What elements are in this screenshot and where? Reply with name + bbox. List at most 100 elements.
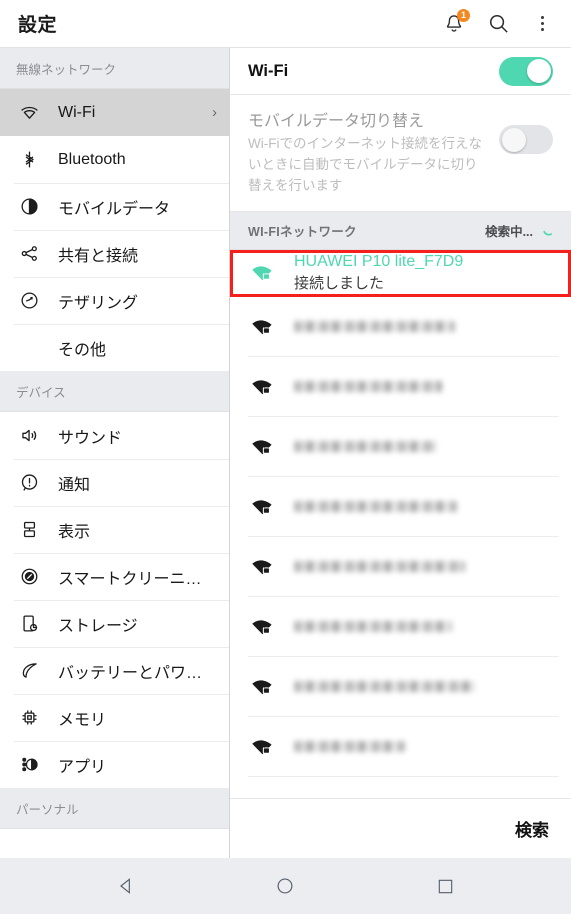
sidebar-item-apps[interactable]: アプリ xyxy=(0,741,229,788)
wifi-lock-icon xyxy=(248,497,276,517)
wifi-search-button[interactable]: 検索 xyxy=(515,816,549,841)
sidebar-item-label: その他 xyxy=(58,341,107,359)
wifi-header: Wi-Fi xyxy=(230,48,571,95)
wifi-lock-icon xyxy=(248,557,276,577)
home-circle-icon xyxy=(277,878,293,894)
sidebar-item-label: 通知 xyxy=(58,476,91,494)
storage-icon xyxy=(16,611,42,637)
sidebar-item-label: テザリング xyxy=(58,294,139,312)
sidebar-item-label: メモリ xyxy=(58,711,107,729)
sidebar-item-label: 共有と接続 xyxy=(58,247,139,265)
sidebar-item-label: モバイルデータ xyxy=(58,200,171,218)
settings-screen: 設定 1 無線ネットワーク Wi-Fi › Bluetooth モバイルデータ … xyxy=(0,0,571,914)
sidebar-item-label: ストレージ xyxy=(58,617,138,635)
sidebar-section-header: デバイス xyxy=(0,371,229,412)
sidebar-item-other[interactable]: その他 xyxy=(0,324,229,371)
wifi-network-row-connected[interactable]: HUAWEI P10 lite_F7D9 接続しました xyxy=(230,249,571,297)
sidebar-item-storage[interactable]: ストレージ xyxy=(0,600,229,647)
wifi-network-ssid: HUAWEI P10 lite_F7D9 xyxy=(294,253,464,271)
mobile-data-switch-description: Wi-Fiでのインターネット接続を行えないときに自動でモバイルデータに切り替えを… xyxy=(248,136,482,193)
wifi-network-row[interactable] xyxy=(230,297,571,357)
wifi-network-list[interactable]: HUAWEI P10 lite_F7D9 接続しました xyxy=(230,249,571,798)
redacted-ssid xyxy=(294,561,465,573)
sidebar-item-label: Wi-Fi xyxy=(58,103,96,121)
notification-icon xyxy=(16,470,42,496)
mobile-data-switch-row[interactable]: モバイルデータ切り替え Wi-Fiでのインターネット接続を行えないときに自動でモ… xyxy=(230,95,571,212)
wifi-master-toggle[interactable] xyxy=(499,56,553,86)
sidebar-item-label: 表示 xyxy=(58,523,91,541)
sidebar-item-notification[interactable]: 通知 xyxy=(0,459,229,506)
battery-icon xyxy=(16,658,42,684)
wifi-network-row[interactable] xyxy=(230,597,571,657)
wifi-network-row[interactable] xyxy=(230,357,571,417)
wifi-networks-label: WI-FIネットワーク xyxy=(248,224,357,239)
wifi-network-info xyxy=(294,318,553,335)
wifi-network-info xyxy=(294,678,553,695)
settings-body: 無線ネットワーク Wi-Fi › Bluetooth モバイルデータ 共有と接続 テザリング… xyxy=(0,47,571,858)
sidebar-item-label: Bluetooth xyxy=(58,150,126,168)
search-button[interactable] xyxy=(485,11,511,37)
sidebar-item-display[interactable]: 表示 xyxy=(0,506,229,553)
display-icon xyxy=(16,517,42,543)
memory-chip-icon xyxy=(16,705,42,731)
wifi-lock-icon xyxy=(248,677,276,697)
mobile-data-switch-title: モバイルデータ切り替え xyxy=(248,113,425,130)
wifi-network-info xyxy=(294,378,553,395)
nav-back-button[interactable] xyxy=(106,866,146,906)
redacted-ssid xyxy=(294,681,476,693)
wifi-networks-section-header: WI-FIネットワーク 検索中... xyxy=(230,211,571,250)
wifi-network-row[interactable] xyxy=(230,537,571,597)
wifi-network-info xyxy=(294,438,553,455)
wifi-lock-icon xyxy=(248,437,276,457)
no-icon-placeholder xyxy=(16,335,42,361)
speaker-icon xyxy=(16,423,42,449)
sidebar-item-tethering[interactable]: テザリング xyxy=(0,277,229,324)
wifi-lock-icon xyxy=(248,617,276,637)
bluetooth-icon xyxy=(16,147,42,173)
android-nav-bar xyxy=(0,858,571,914)
wifi-header-title: Wi-Fi xyxy=(248,61,289,80)
search-icon xyxy=(489,14,508,33)
sidebar-item-label: スマートクリーニ… xyxy=(58,570,202,588)
sidebar-item-mobile-data[interactable]: モバイルデータ xyxy=(0,183,229,230)
mobile-data-switch-text: モバイルデータ切り替え Wi-Fiでのインターネット接続を行えないときに自動でモ… xyxy=(248,107,499,197)
tethering-icon xyxy=(16,288,42,314)
mobile-data-switch-toggle[interactable] xyxy=(499,125,553,154)
nav-home-button[interactable] xyxy=(265,866,305,906)
redacted-ssid xyxy=(294,621,452,633)
sidebar-item-label: バッテリーとパワ… xyxy=(58,664,203,682)
wifi-network-info xyxy=(294,738,553,755)
sidebar-item-battery[interactable]: バッテリーとパワ… xyxy=(0,647,229,694)
sidebar-section-header: パーソナル xyxy=(0,788,229,829)
sidebar-item-speaker[interactable]: サウンド xyxy=(0,412,229,459)
wifi-network-row[interactable] xyxy=(230,717,571,777)
wifi-scan-status: 検索中... xyxy=(485,221,555,240)
sidebar-item-wifi[interactable]: Wi-Fi › xyxy=(0,89,229,136)
wifi-search-row[interactable]: 検索 xyxy=(230,798,571,858)
spinner-icon xyxy=(543,230,553,236)
redacted-ssid xyxy=(294,741,406,753)
sidebar-item-share[interactable]: 共有と接続 xyxy=(0,230,229,277)
settings-sidebar[interactable]: 無線ネットワーク Wi-Fi › Bluetooth モバイルデータ 共有と接続 テザリング… xyxy=(0,48,230,858)
scanning-label: 検索中... xyxy=(485,224,533,239)
wifi-network-info xyxy=(294,618,553,635)
redacted-ssid xyxy=(294,441,437,453)
apps-icon xyxy=(16,752,42,778)
wifi-network-row[interactable] xyxy=(230,657,571,717)
sidebar-item-memory-chip[interactable]: メモリ xyxy=(0,694,229,741)
redacted-ssid xyxy=(294,381,442,393)
sidebar-item-label: アプリ xyxy=(58,758,107,776)
wifi-pane: Wi-Fi モバイルデータ切り替え Wi-Fiでのインターネット接続を行えないと… xyxy=(230,48,571,858)
overflow-menu-button[interactable] xyxy=(529,11,555,37)
sidebar-item-label: サウンド xyxy=(58,429,123,447)
nav-recents-button[interactable] xyxy=(425,866,465,906)
wifi-network-status: 接続しました xyxy=(294,275,385,293)
notifications-button[interactable]: 1 xyxy=(441,8,470,37)
sidebar-item-bluetooth[interactable]: Bluetooth xyxy=(0,136,229,183)
notification-badge: 1 xyxy=(457,8,470,22)
smart-clean-icon xyxy=(16,564,42,590)
app-bar: 設定 1 xyxy=(0,0,571,47)
sidebar-item-smart-clean[interactable]: スマートクリーニ… xyxy=(0,553,229,600)
wifi-network-row[interactable] xyxy=(230,477,571,537)
wifi-network-row[interactable] xyxy=(230,417,571,477)
